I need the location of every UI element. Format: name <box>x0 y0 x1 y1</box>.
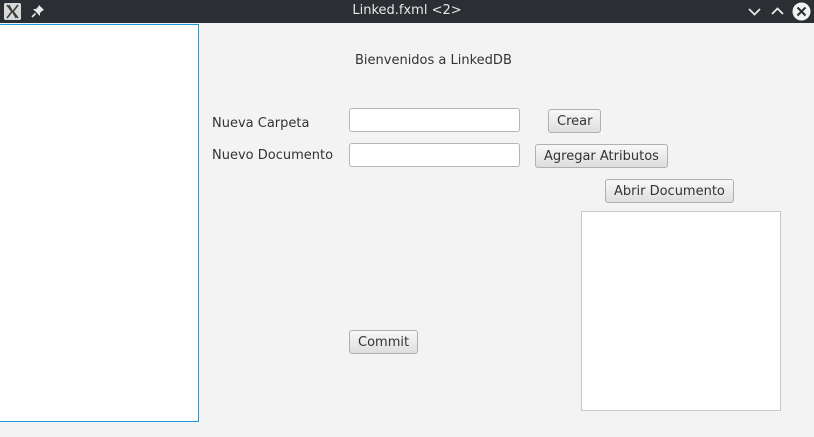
new-folder-input[interactable] <box>349 108 520 132</box>
close-button[interactable] <box>792 2 811 21</box>
new-folder-label: Nueva Carpeta <box>212 116 310 131</box>
new-document-label: Nuevo Documento <box>212 148 334 163</box>
welcome-heading: Bienvenidos a LinkedDB <box>355 53 512 68</box>
add-attributes-button[interactable]: Agregar Atributos <box>535 144 668 168</box>
tree-view-panel[interactable] <box>0 24 199 422</box>
open-document-button[interactable]: Abrir Documento <box>605 179 734 203</box>
new-document-input[interactable] <box>349 143 520 167</box>
title-bar[interactable]: Linked.fxml <2> <box>0 0 814 23</box>
chevron-down-icon <box>748 8 761 16</box>
create-button[interactable]: Crear <box>548 109 602 133</box>
app-window: Linked.fxml <2> Bienvenidos a LinkedDB N… <box>0 0 814 437</box>
minimize-button[interactable] <box>745 2 764 21</box>
maximize-button[interactable] <box>768 2 787 21</box>
close-icon <box>792 2 811 21</box>
window-title: Linked.fxml <2> <box>352 3 462 18</box>
chevron-up-icon <box>771 7 784 15</box>
document-list[interactable] <box>581 211 781 411</box>
commit-button[interactable]: Commit <box>349 330 419 354</box>
